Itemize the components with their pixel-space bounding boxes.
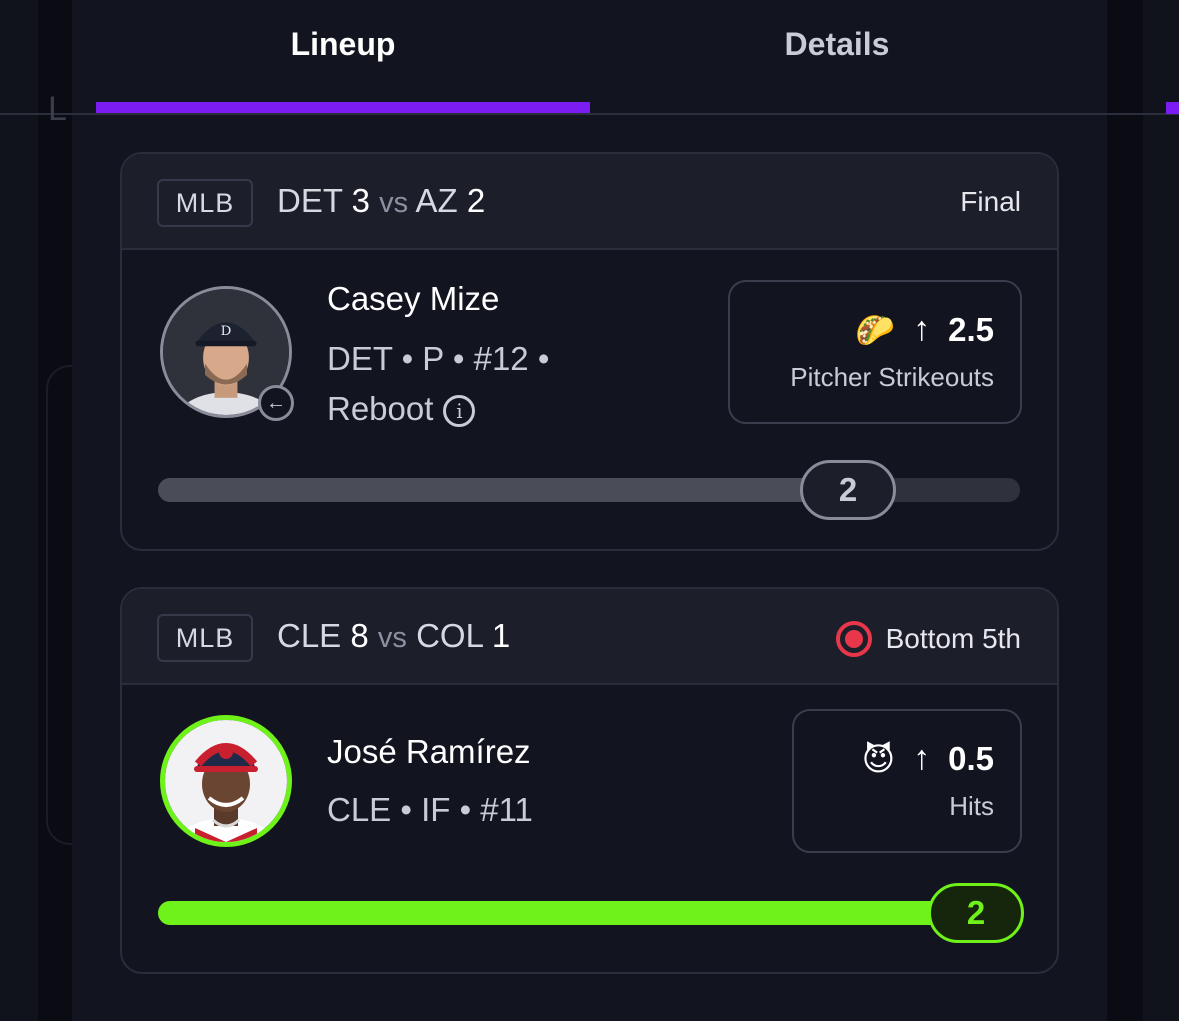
left-adjacent-card (46, 365, 72, 845)
projection-stat-label: Pitcher Strikeouts (790, 362, 994, 392)
player-photo-icon (165, 720, 287, 842)
projection-box[interactable]: 😈 ↑ 0.5 Hits (792, 709, 1022, 853)
player-meta: DET • P • #12 • Reboot i (327, 334, 549, 434)
info-icon[interactable]: i (443, 395, 476, 427)
live-indicator-icon (835, 621, 872, 657)
current-value-pill: 2 (928, 883, 1024, 943)
matchup-score: CLE 8 vs COL 1 (277, 617, 510, 655)
vs-label: vs (377, 622, 407, 654)
arrow-up-icon: ↑ (913, 739, 931, 777)
game-status-label: Bottom 5th (885, 623, 1021, 654)
game-status: Bottom 5th (835, 621, 1021, 657)
projection-stat-label: Hits (949, 791, 994, 821)
projection-value-row: 🌮 ↑ 2.5 (855, 310, 994, 349)
away-score: 2 (466, 182, 486, 219)
projection-value: 0.5 (948, 739, 994, 777)
player-name: José Ramírez (327, 733, 531, 770)
player-name: Casey Mize (327, 280, 500, 317)
game-status: Final (960, 186, 1021, 218)
projection-value-row: 😈 ↑ 0.5 (862, 739, 994, 778)
game-header: MLB CLE 8 vs COL 1 Bottom 5th (122, 589, 1057, 685)
progress-track (158, 901, 1020, 925)
home-team: DET (277, 182, 343, 219)
tab-lineup[interactable]: Lineup (96, 0, 590, 116)
right-adjacent-tab-underline (1166, 102, 1179, 114)
pick-card[interactable]: MLB CLE 8 vs COL 1 Bottom 5th José Ramír… (120, 587, 1059, 974)
home-score: 3 (351, 182, 370, 219)
home-team: CLE (277, 617, 342, 654)
game-header: MLB DET 3 vs AZ 2 Final (122, 154, 1057, 250)
svg-text:D: D (221, 324, 232, 339)
player-tag: Reboot (327, 390, 434, 427)
devil-face-icon: 😈 (861, 740, 896, 777)
current-value-pill: 2 (800, 460, 896, 520)
player-avatar[interactable] (160, 715, 292, 847)
home-score: 8 (350, 617, 369, 654)
matchup-score: DET 3 vs AZ 2 (277, 182, 485, 220)
arrow-up-icon: ↑ (913, 310, 931, 348)
left-adjacent-panel (0, 0, 38, 1021)
projection-box[interactable]: 🌮 ↑ 2.5 Pitcher Strikeouts (728, 280, 1022, 424)
league-badge: MLB (157, 179, 253, 227)
tab-divider (72, 113, 1107, 115)
swap-icon[interactable]: ← (258, 385, 294, 421)
left-adjacent-letter: L (48, 90, 67, 128)
vs-label: vs (379, 187, 409, 219)
progress-fill (158, 901, 1020, 925)
away-team: COL (416, 617, 483, 654)
lineup-panel: Lineup Details MLB DET 3 vs AZ 2 Final D… (72, 0, 1107, 1021)
away-team: AZ (415, 182, 458, 219)
right-adjacent-panel (1143, 0, 1179, 1021)
league-badge: MLB (157, 614, 253, 662)
pick-card[interactable]: MLB DET 3 vs AZ 2 Final D ← Casey Mize D… (120, 152, 1059, 551)
player-team-position-number: CLE • IF • #11 (327, 791, 533, 828)
projection-value: 2.5 (948, 310, 994, 348)
game-status-label: Final (960, 186, 1021, 217)
player-team-position-number: DET • P • #12 • (327, 340, 550, 377)
tab-details[interactable]: Details (590, 0, 1084, 116)
player-meta: CLE • IF • #11 (327, 785, 533, 835)
progress-fill (158, 478, 831, 502)
tab-bar: Lineup Details (72, 0, 1107, 116)
away-score: 1 (491, 617, 511, 654)
taco-icon: 🌮 (855, 311, 896, 348)
